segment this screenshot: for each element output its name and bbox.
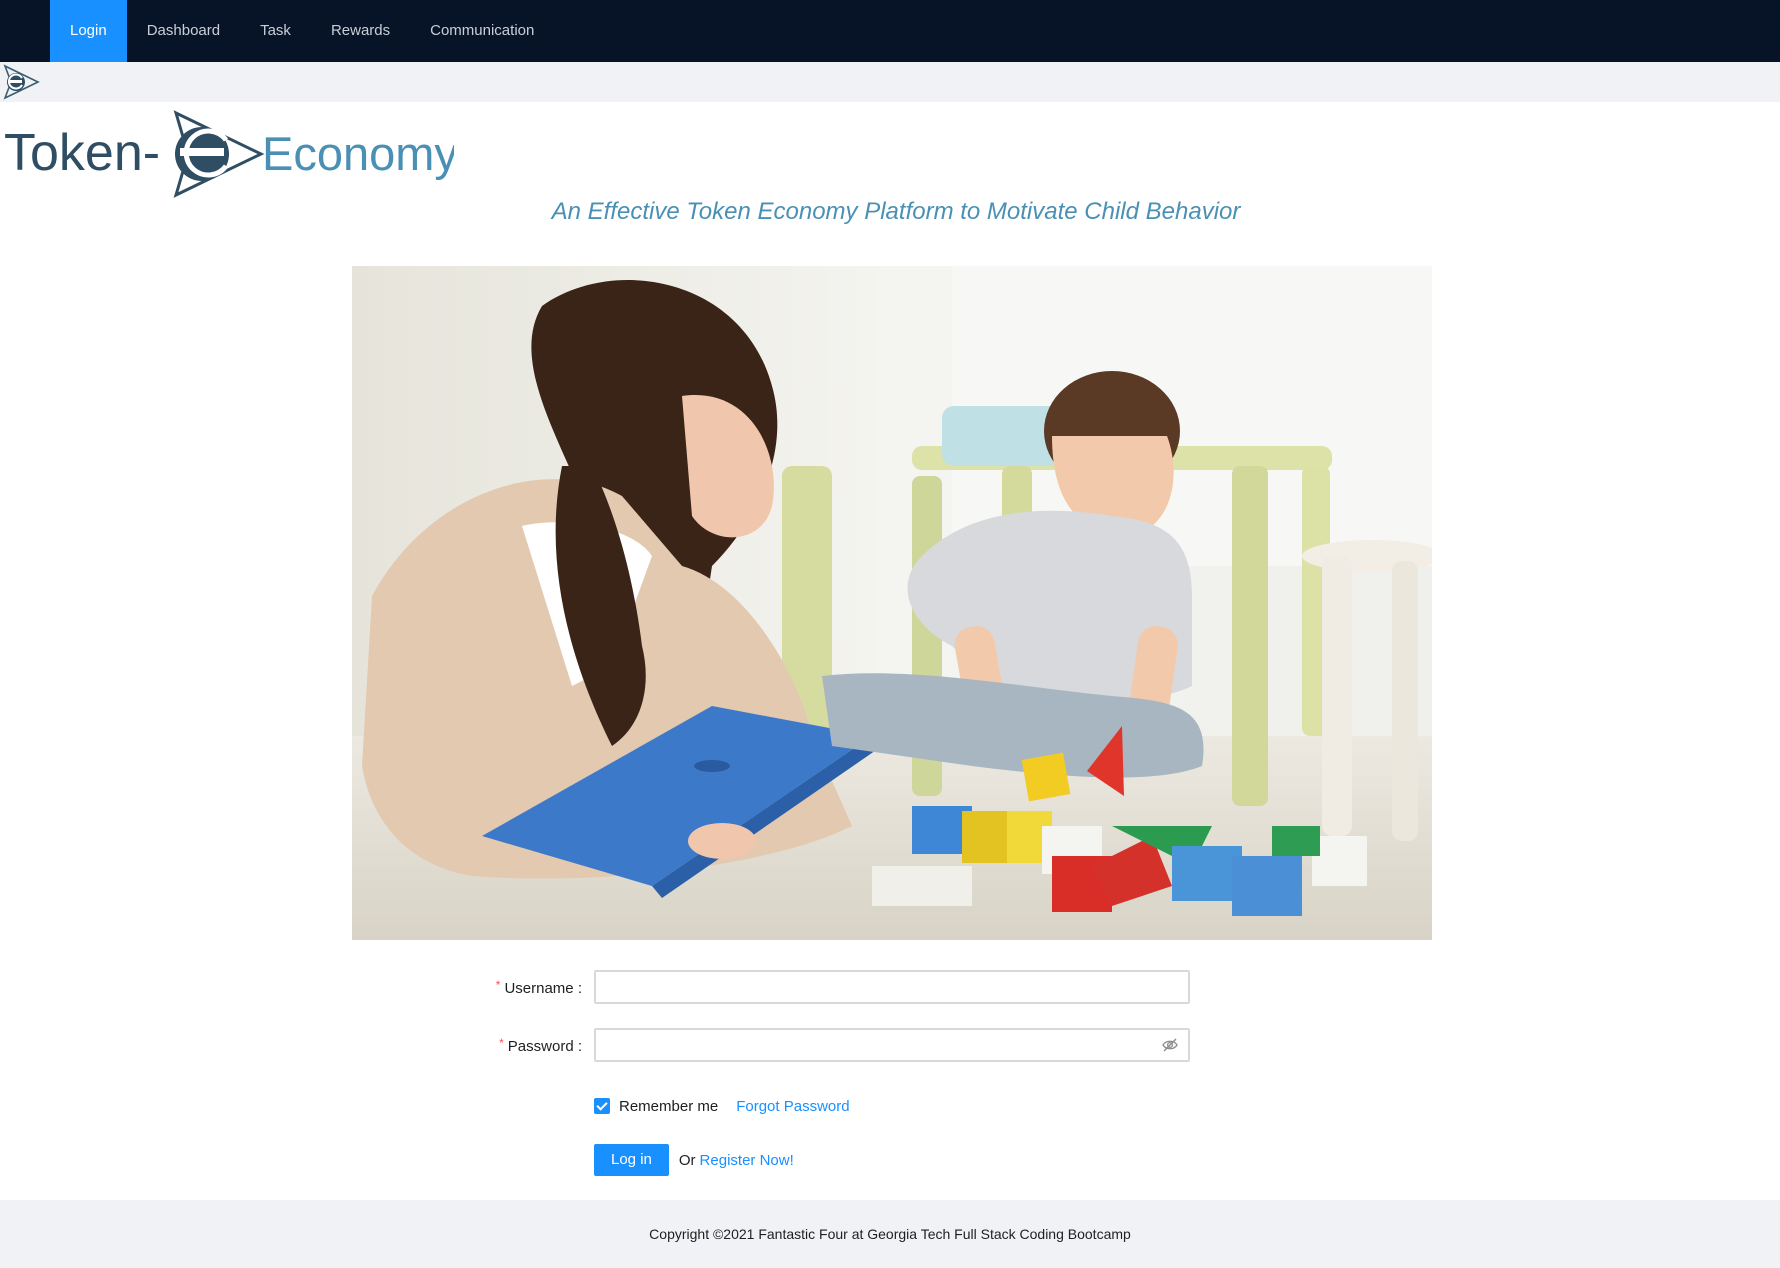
nav-item-rewards[interactable]: Rewards <box>311 0 410 62</box>
app-logo-icon[interactable] <box>2 64 40 100</box>
nav-item-login[interactable]: Login <box>50 0 127 62</box>
tagline: An Effective Token Economy Platform to M… <box>551 198 1241 225</box>
username-field-wrapper <box>594 970 1190 1004</box>
brand-letter: e <box>4 110 5 111</box>
remember-checkbox[interactable] <box>594 1098 610 1114</box>
eye-invisible-icon[interactable] <box>1162 1038 1178 1052</box>
copyright-text: Copyright ©2021 Fantastic Four at Georgi… <box>649 1226 1131 1242</box>
password-field-wrapper <box>594 1028 1190 1062</box>
or-text: Or <box>678 1151 696 1169</box>
password-input[interactable] <box>596 1030 1188 1060</box>
username-input[interactable] <box>596 972 1188 1002</box>
nav-item-task[interactable]: Task <box>240 0 311 62</box>
brand-logo: Token- e Economy <box>4 110 458 200</box>
brand-prefix: Token- <box>4 124 160 182</box>
nav-item-dashboard[interactable]: Dashboard <box>127 0 240 62</box>
required-marker: * <box>495 978 501 992</box>
forgot-password-link[interactable]: Forgot Password <box>736 1098 849 1115</box>
remember-label[interactable]: Remember me <box>619 1098 718 1115</box>
login-button[interactable]: Log in <box>594 1144 669 1176</box>
nav-item-communication[interactable]: Communication <box>410 0 554 62</box>
password-label: * Password : <box>499 1036 582 1055</box>
brand-suffix: Economy <box>262 127 454 180</box>
nav-menu: Login Dashboard Task Rewards Communicati… <box>50 0 554 62</box>
required-marker: * <box>499 1036 504 1050</box>
submit-row: Log in Or Register Now! <box>594 1144 794 1176</box>
remember-row: Remember me Forgot Password <box>594 1096 850 1116</box>
hero-image <box>352 266 1432 940</box>
footer: Copyright ©2021 Fantastic Four at Georgi… <box>0 1200 1780 1268</box>
header-strip <box>0 62 1780 102</box>
register-link[interactable]: Register Now! <box>700 1152 794 1169</box>
top-nav: Login Dashboard Task Rewards Communicati… <box>0 0 1780 62</box>
username-label: * Username : <box>495 978 582 997</box>
